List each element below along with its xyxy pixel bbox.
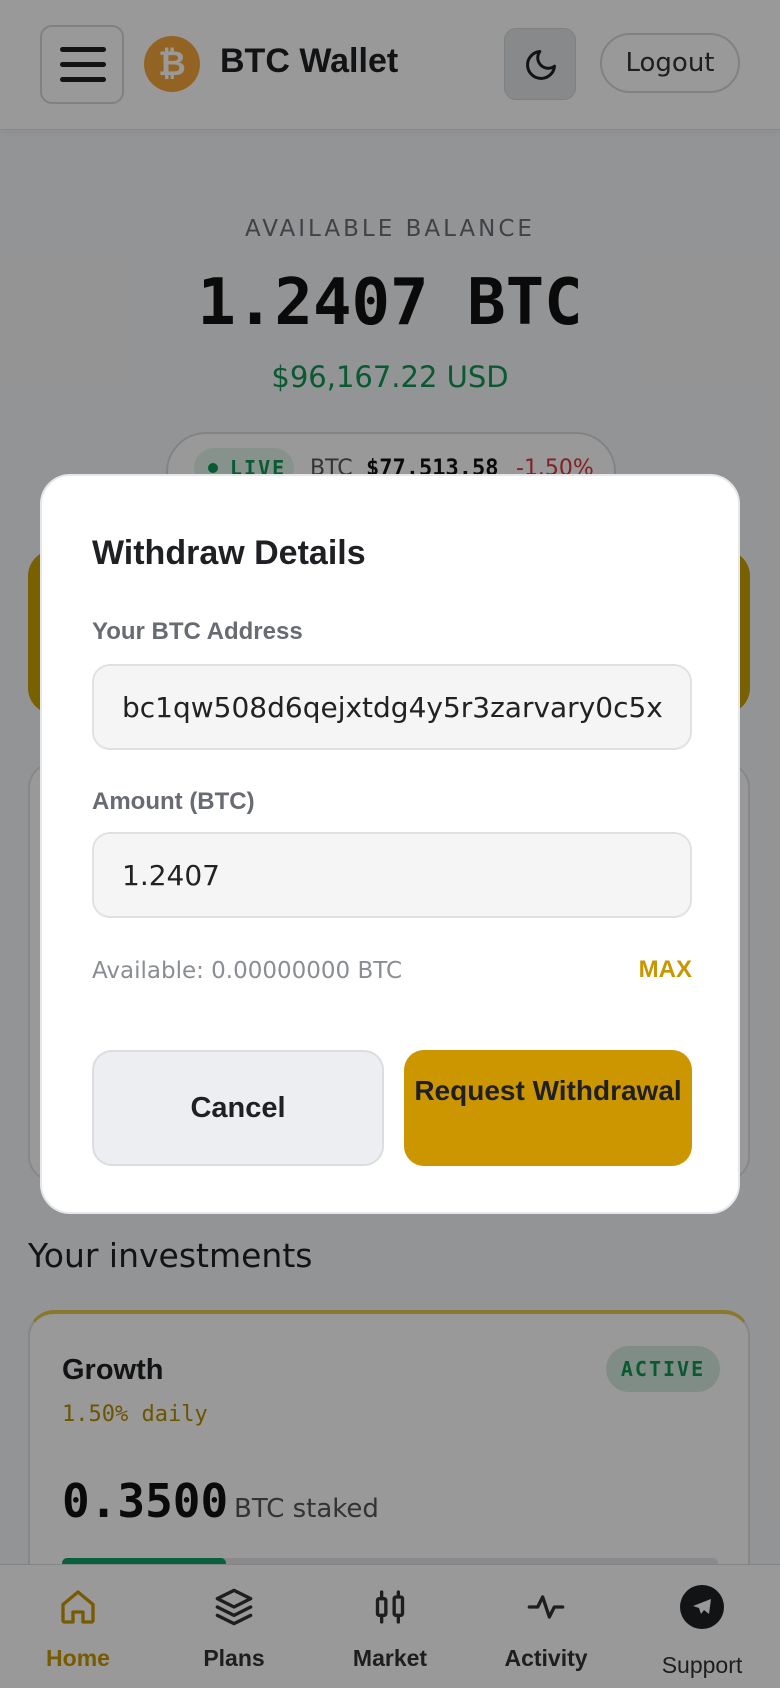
address-label: Your BTC Address <box>92 618 303 645</box>
max-button[interactable]: MAX <box>612 956 692 984</box>
amount-label: Amount (BTC) <box>92 788 255 815</box>
withdraw-modal: Withdraw Details Your BTC Address Amount… <box>40 474 740 1214</box>
available-text: Available: 0.00000000 BTC <box>92 958 403 984</box>
btc-address-input[interactable] <box>92 664 692 750</box>
amount-input[interactable] <box>92 832 692 918</box>
modal-title: Withdraw Details <box>92 534 366 572</box>
request-withdrawal-button[interactable]: Request Withdrawal <box>404 1050 692 1166</box>
cancel-button[interactable]: Cancel <box>92 1050 384 1166</box>
